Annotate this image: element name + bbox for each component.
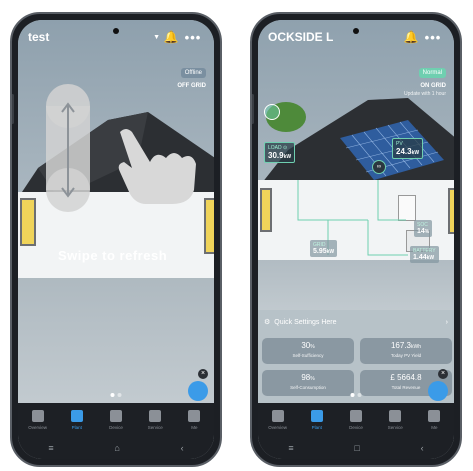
plant-icon [310, 410, 323, 422]
more-icon[interactable]: ••• [422, 30, 444, 45]
close-icon[interactable]: × [438, 369, 448, 379]
bottom-nav: Overview Plant Device Service Me [18, 403, 214, 437]
nav-device[interactable]: Device [336, 403, 375, 437]
me-icon [188, 410, 201, 422]
dropdown-icon[interactable]: ▼ [153, 34, 160, 41]
back-icon[interactable]: ‹ [181, 443, 184, 453]
nav-service[interactable]: Service [136, 403, 175, 437]
overview-icon [271, 410, 284, 422]
grid-flow-card[interactable]: GRID 5.95kW [310, 240, 338, 257]
house-wall [18, 192, 214, 278]
header-bar: OCKSIDE L 🔔 ••• [258, 20, 454, 54]
bottom-nav: Overview Plant Device Service Me [258, 403, 454, 437]
bell-icon[interactable]: 🔔 [160, 30, 182, 44]
chevron-right-icon: › [445, 318, 448, 326]
nav-overview[interactable]: Overview [258, 403, 297, 437]
nav-me[interactable]: Me [175, 403, 214, 437]
energy-flow-lines [297, 180, 408, 256]
camera-icon [353, 28, 359, 34]
service-icon [389, 410, 402, 422]
plant-icon [70, 410, 83, 422]
status-badge: Offline [180, 68, 206, 78]
more-icon[interactable]: ••• [182, 30, 204, 45]
overview-icon [31, 410, 44, 422]
home-icon[interactable]: ⌂ [114, 443, 119, 453]
pv-flow-card[interactable]: PV 24.3kW [392, 138, 424, 159]
update-text: Update with 1 hour [404, 91, 446, 97]
phone-right: ∞ OCKSIDE L 🔔 ••• Normal ON GRID Update … [250, 12, 462, 467]
grid-status: ON GRID [420, 83, 446, 89]
bell-icon[interactable]: 🔔 [400, 30, 422, 44]
header-bar: test ▼ 🔔 ••• [18, 20, 214, 54]
status-badge: Normal [418, 68, 446, 78]
camera-icon [113, 28, 119, 34]
screen-left: test ▼ 🔔 ••• Offline OFF GRID Swipe to r… [18, 20, 214, 459]
nav-plant[interactable]: Plant [57, 403, 96, 437]
nav-service[interactable]: Service [376, 403, 415, 437]
swipe-to-refresh-text: Swipe to refresh [58, 248, 168, 263]
menu-icon[interactable]: ≡ [48, 443, 53, 453]
swipe-arrow-icon [61, 102, 75, 198]
nav-plant[interactable]: Plant [297, 403, 336, 437]
device-icon [110, 410, 122, 422]
home-icon[interactable]: □ [354, 443, 359, 453]
window-right [204, 198, 214, 254]
battery-flow-card[interactable]: BATTERY 1.44kW [410, 246, 439, 263]
system-nav-bar: ≡ ⌂ ‹ [18, 437, 214, 459]
window-left [20, 198, 36, 246]
card-self-sufficiency[interactable]: 30% Self-Sufficiency [262, 338, 354, 364]
quick-settings-label: Quick Settings Here [274, 318, 337, 326]
side-button [252, 94, 254, 124]
soc-card[interactable]: SOC 14% [414, 220, 433, 237]
nav-overview[interactable]: Overview [18, 403, 57, 437]
screen-right: ∞ OCKSIDE L 🔔 ••• Normal ON GRID Update … [258, 20, 454, 459]
system-nav-bar: ≡ □ ‹ [258, 437, 454, 459]
menu-icon[interactable]: ≡ [288, 443, 293, 453]
quick-settings-row[interactable]: ⚙ Quick Settings Here › [264, 314, 448, 330]
assistant-fab-button[interactable] [428, 381, 448, 401]
nav-me[interactable]: Me [415, 403, 454, 437]
me-icon [428, 410, 441, 422]
page-indicator [350, 393, 362, 397]
load-flow-card[interactable]: LOAD ⊙ 30.9kW [264, 142, 296, 163]
card-self-consumption[interactable]: 98% Self-Consumption [262, 370, 354, 396]
assistant-fab-button[interactable] [188, 381, 208, 401]
card-today-pv-yield[interactable]: 167.3kWh Today PV Yield [360, 338, 452, 364]
back-icon[interactable]: ‹ [421, 443, 424, 453]
service-icon [149, 410, 162, 422]
summary-panel: ⚙ Quick Settings Here › 30% Self-Suffici… [258, 310, 454, 403]
hand-icon [118, 129, 196, 204]
side-button [12, 94, 14, 124]
phone-left: test ▼ 🔔 ••• Offline OFF GRID Swipe to r… [10, 12, 222, 467]
close-icon[interactable]: × [198, 369, 208, 379]
device-icon [350, 410, 362, 422]
grid-status: OFF GRID [177, 83, 206, 89]
hub-icon: ∞ [372, 160, 386, 174]
eco-badge [264, 104, 280, 120]
nav-device[interactable]: Device [96, 403, 135, 437]
plant-title[interactable]: OCKSIDE L [268, 30, 400, 44]
page-indicator [110, 393, 122, 397]
settings-gear-icon: ⚙ [264, 319, 271, 326]
